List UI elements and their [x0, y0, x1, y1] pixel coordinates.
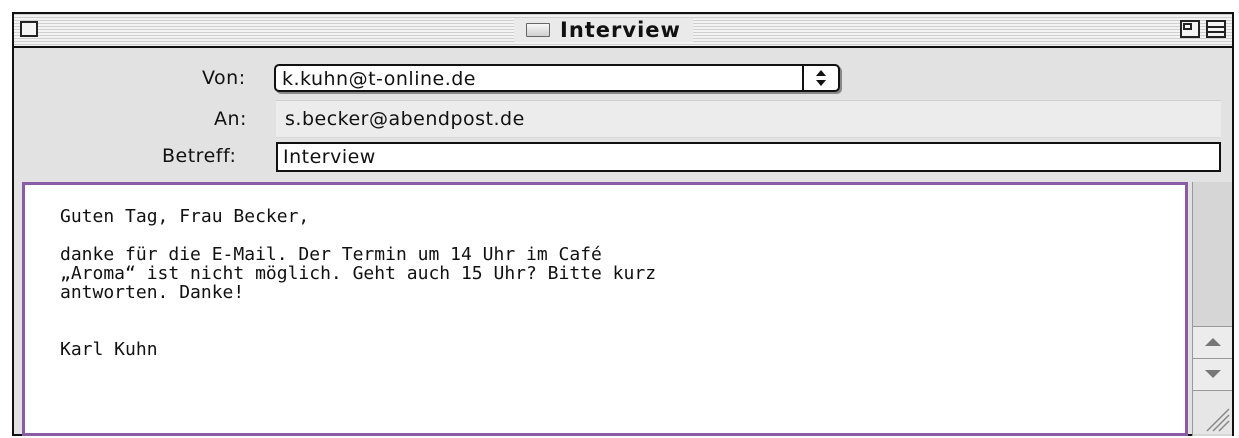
message-body-text: Guten Tag, Frau Becker, danke für die E-…: [60, 206, 657, 360]
from-account-select[interactable]: k.kuhn@t-online.de: [274, 64, 840, 92]
subject-value: Interview: [283, 146, 376, 168]
from-label: Von:: [202, 67, 246, 89]
resize-grip-lines: [1206, 408, 1230, 432]
message-body-area[interactable]: Guten Tag, Frau Becker, danke für die E-…: [22, 182, 1188, 436]
scroll-down-arrow-icon[interactable]: [1193, 358, 1232, 390]
close-box-icon[interactable]: [20, 21, 38, 37]
subject-label: Betreff:: [162, 145, 237, 167]
scroll-track[interactable]: [1193, 182, 1232, 326]
window-title-group: Interview: [514, 18, 693, 42]
subject-field[interactable]: Interview: [276, 142, 1221, 172]
up-down-arrows-icon: [816, 70, 826, 86]
to-label: An:: [214, 108, 247, 130]
scroll-up-arrow-icon[interactable]: [1193, 326, 1232, 358]
to-value: s.becker@abendpost.de: [285, 108, 525, 130]
document-icon: [526, 23, 550, 37]
from-value: k.kuhn@t-online.de: [282, 68, 476, 90]
to-field[interactable]: s.becker@abendpost.de: [276, 100, 1221, 138]
collapse-box-icon[interactable]: [1206, 20, 1226, 38]
window-title: Interview: [560, 18, 681, 42]
title-bar[interactable]: Interview: [14, 14, 1232, 48]
vertical-scrollbar[interactable]: [1192, 182, 1232, 436]
mail-compose-window: Interview Von: k.kuhn@t-online.de An: s.…: [12, 12, 1234, 436]
resize-grip-icon[interactable]: [1193, 390, 1232, 434]
zoom-box-icon[interactable]: [1180, 20, 1200, 38]
